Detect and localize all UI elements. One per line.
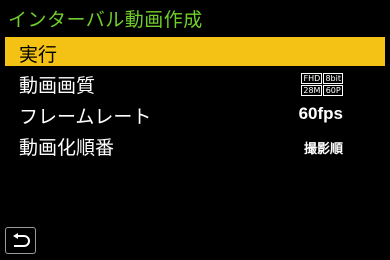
quality-format: FHD (301, 73, 323, 84)
return-icon (13, 233, 30, 247)
menu-item-execute[interactable]: 実行 (5, 37, 385, 66)
frame-rate-value: 60fps (298, 104, 343, 123)
back-button[interactable] (5, 227, 36, 254)
menu-item-sequence-order[interactable]: 動画化順番 撮影順 (5, 130, 385, 159)
menu-item-frame-rate[interactable]: フレームレート 60fps (5, 99, 385, 128)
quality-bitrate: 28M (301, 85, 323, 96)
menu-item-label: 動画画質 (19, 75, 96, 97)
menu-item-video-quality[interactable]: 動画画質 FHD 8bit 28M 60P (5, 68, 385, 97)
menu-list: 実行 動画画質 FHD 8bit 28M 60P フレームレート 60fps 動… (5, 37, 385, 161)
menu-item-label: フレームレート (19, 106, 152, 128)
sequence-order-value: 撮影順 (303, 141, 343, 156)
menu-item-label: 動画化順番 (19, 137, 115, 159)
video-quality-icon: FHD 8bit 28M 60P (301, 73, 343, 96)
quality-bit-depth: 8bit (323, 73, 343, 84)
quality-framerate: 60P (323, 85, 343, 96)
page-title: インターバル動画作成 (8, 9, 203, 31)
menu-item-label: 実行 (19, 44, 58, 66)
